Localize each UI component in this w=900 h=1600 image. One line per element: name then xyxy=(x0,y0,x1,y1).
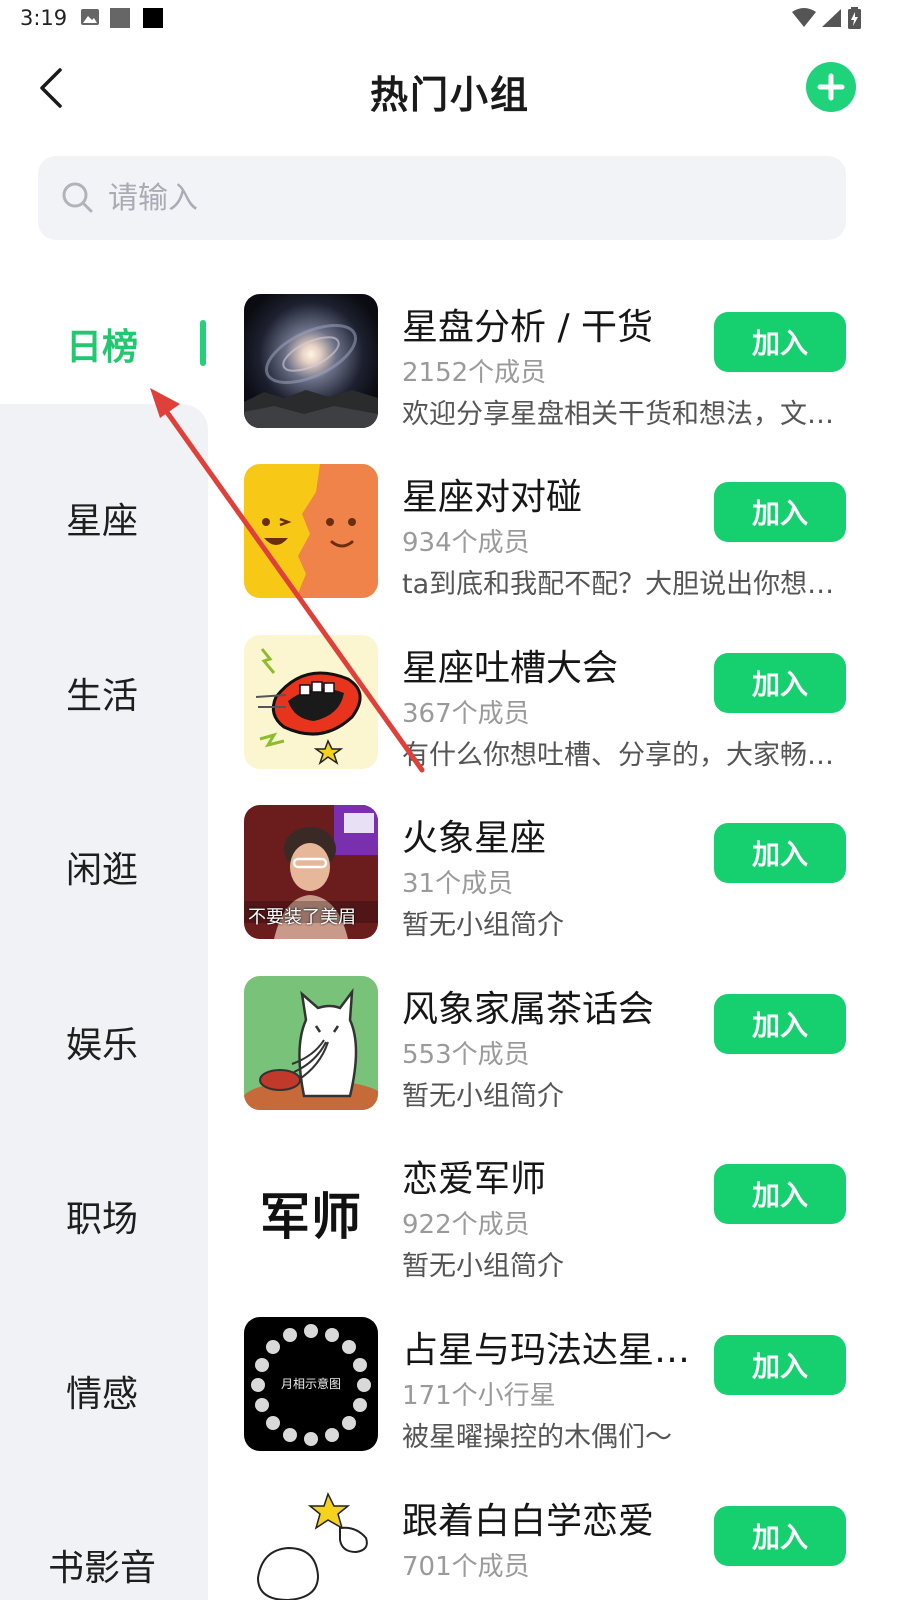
search-icon xyxy=(62,182,93,213)
group-member-count: 367个成员 xyxy=(402,699,530,729)
category-sidebar: 日榜 星座 生活 闲逛 娱乐 职场 情感 书影音 xyxy=(0,260,208,1600)
sidebar-item-emotion[interactable]: 情感 xyxy=(0,1341,208,1441)
group-member-count: 934个成员 xyxy=(402,528,530,558)
group-name: 星盘分析 / 干货 xyxy=(402,307,654,348)
signal-icon xyxy=(822,9,841,27)
group-member-count: 2152个成员 xyxy=(402,358,547,388)
group-item[interactable]: 星盘分析 / 干货 2152个成员 欢迎分享星盘相关干货和想法，文… 加入 xyxy=(244,294,864,430)
sidebar-item-media[interactable]: 书影音 xyxy=(0,1515,208,1600)
thumbnail-caption: 不要装了美眉 xyxy=(248,907,356,928)
group-thumbnail xyxy=(244,464,378,598)
join-button[interactable]: 加入 xyxy=(714,1335,846,1395)
header: 热门小组 xyxy=(0,50,900,130)
sketch-image xyxy=(244,1488,378,1600)
page-title: 热门小组 xyxy=(369,73,530,117)
sidebar-item-constellation[interactable]: 星座 xyxy=(0,468,208,568)
join-button[interactable]: 加入 xyxy=(714,1506,846,1566)
group-description: 暂无小组简介 xyxy=(402,910,564,941)
group-name: 星座对对碰 xyxy=(402,477,583,518)
app-notification-icon xyxy=(143,8,163,28)
sidebar-item-workplace[interactable]: 职场 xyxy=(0,1166,208,1266)
group-item[interactable]: 月相示意图 占星与玛法达星… 171个小行星 被星曜操控的木偶们～ 加入 xyxy=(244,1317,864,1453)
join-button[interactable]: 加入 xyxy=(714,823,846,883)
cat-image xyxy=(244,976,378,1110)
group-thumbnail xyxy=(244,1488,378,1600)
sidebar-item-life[interactable]: 生活 xyxy=(0,643,208,743)
group-thumbnail xyxy=(244,294,378,428)
battery-icon xyxy=(848,7,861,29)
sidebar-item-label: 娱乐 xyxy=(65,1025,138,1066)
group-description: 有什么你想吐槽、分享的，大家畅… xyxy=(402,740,834,771)
group-name: 风象家属茶话会 xyxy=(402,989,655,1030)
sidebar-item-label: 职场 xyxy=(65,1199,138,1240)
join-button[interactable]: 加入 xyxy=(714,312,846,372)
sidebar-item-browse[interactable]: 闲逛 xyxy=(0,817,208,917)
plus-icon xyxy=(817,73,845,101)
group-description: 被星曜操控的木偶们～ xyxy=(402,1422,672,1453)
group-member-count: 701个成员 xyxy=(402,1552,530,1582)
wifi-icon xyxy=(792,8,816,27)
group-member-count: 171个小行星 xyxy=(402,1381,556,1411)
create-group-button[interactable] xyxy=(806,62,856,112)
sidebar-item-entertainment[interactable]: 娱乐 xyxy=(0,992,208,1092)
sidebar-item-label: 书影音 xyxy=(47,1548,156,1589)
app-notification-icon xyxy=(110,8,130,28)
join-button[interactable]: 加入 xyxy=(714,482,846,542)
status-bar: 3:19 xyxy=(0,0,900,40)
thumbnail-caption: 月相示意图 xyxy=(280,1377,341,1391)
status-time: 3:19 xyxy=(20,6,68,30)
group-member-count: 922个成员 xyxy=(402,1210,530,1240)
group-member-count: 31个成员 xyxy=(402,869,514,899)
sidebar-item-daily[interactable]: 日榜 xyxy=(0,294,208,394)
join-button[interactable]: 加入 xyxy=(714,1164,846,1224)
sidebar-item-label: 星座 xyxy=(65,501,138,542)
group-description: ta到底和我配不配？大胆说出你想… xyxy=(402,569,835,600)
group-name: 跟着白白学恋爱 xyxy=(402,1501,655,1542)
mouth-image xyxy=(244,635,378,769)
group-thumbnail xyxy=(244,635,378,769)
join-button[interactable]: 加入 xyxy=(714,994,846,1054)
galaxy-image xyxy=(244,294,378,428)
group-description: 暂无小组简介 xyxy=(402,1251,564,1282)
join-button[interactable]: 加入 xyxy=(714,653,846,713)
faces-image xyxy=(244,464,378,598)
group-item[interactable]: 星座吐槽大会 367个成员 有什么你想吐槽、分享的，大家畅… 加入 xyxy=(244,635,864,771)
text-image: 军师 xyxy=(244,1146,378,1280)
sidebar-item-label: 闲逛 xyxy=(65,850,138,891)
sidebar-item-label: 日榜 xyxy=(65,327,138,368)
group-description: 欢迎分享星盘相关干货和想法，文… xyxy=(402,399,834,430)
group-member-count: 553个成员 xyxy=(402,1040,530,1070)
group-name: 恋爱军师 xyxy=(402,1159,547,1200)
search-input[interactable] xyxy=(108,170,808,226)
active-tab-indicator xyxy=(200,320,206,366)
group-item[interactable]: 不要装了美眉 火象星座 31个成员 暂无小组简介 加入 xyxy=(244,805,864,941)
group-thumbnail: 不要装了美眉 xyxy=(244,805,378,939)
sidebar-item-label: 情感 xyxy=(65,1374,138,1415)
group-thumbnail xyxy=(244,976,378,1110)
group-name: 火象星座 xyxy=(402,818,547,859)
group-item[interactable]: 跟着白白学恋爱 701个成员 加入 xyxy=(244,1488,864,1600)
group-thumbnail: 月相示意图 xyxy=(244,1317,378,1451)
sidebar-item-label: 生活 xyxy=(65,676,138,717)
image-notification-icon xyxy=(81,9,99,25)
group-name: 占星与玛法达星… xyxy=(402,1330,691,1371)
group-item[interactable]: 风象家属茶话会 553个成员 暂无小组简介 加入 xyxy=(244,976,864,1112)
group-item[interactable]: 军师 恋爱军师 922个成员 暂无小组简介 加入 xyxy=(244,1146,864,1282)
group-name: 星座吐槽大会 xyxy=(402,648,619,689)
search-bar[interactable] xyxy=(38,156,846,240)
group-thumbnail: 军师 xyxy=(244,1146,378,1280)
group-item[interactable]: 星座对对碰 934个成员 ta到底和我配不配？大胆说出你想… 加入 xyxy=(244,464,864,600)
group-description: 暂无小组简介 xyxy=(402,1081,564,1112)
